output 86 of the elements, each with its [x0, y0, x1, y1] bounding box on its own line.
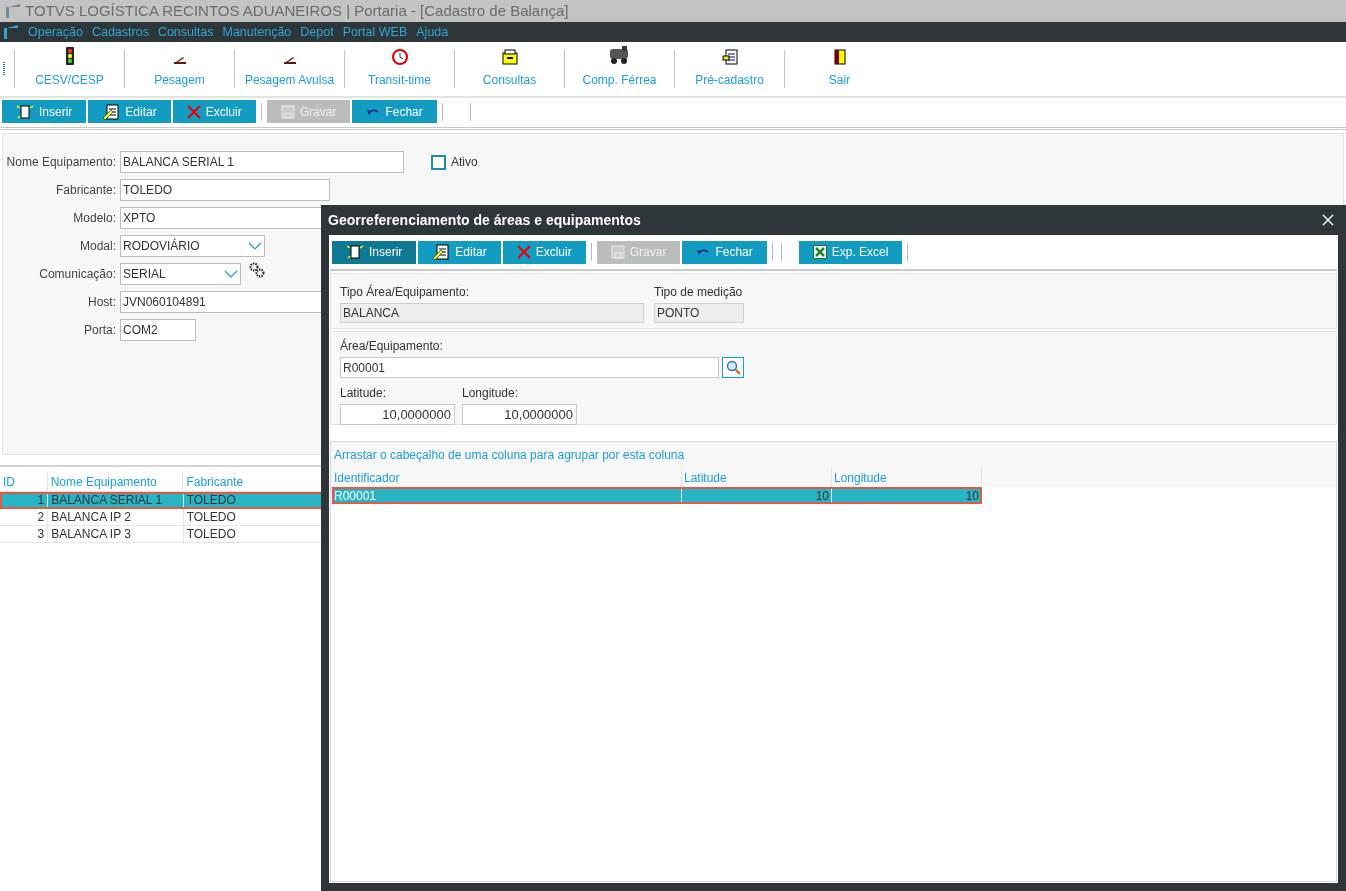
- drawer-icon: [501, 49, 518, 65]
- table-cell: BALANCA IP 2: [48, 509, 184, 525]
- table-cell: 2: [0, 509, 49, 525]
- close-icon[interactable]: [1322, 214, 1334, 226]
- toolbar-button[interactable]: CESV/CESP: [15, 45, 124, 93]
- search-button[interactable]: [722, 357, 744, 378]
- field-label: Área/Equipamento:: [340, 337, 444, 355]
- toolbar-grip-icon: [3, 62, 6, 76]
- edit-button[interactable]: Editar: [418, 240, 501, 264]
- close-button[interactable]: Fechar: [352, 100, 437, 123]
- column-header[interactable]: Nome Equipamento: [47, 473, 184, 491]
- edit-button[interactable]: Editar: [88, 100, 171, 123]
- grid-row[interactable]: R00001 10 10: [332, 487, 982, 504]
- insert-button[interactable]: Inserir: [332, 240, 417, 264]
- door-icon: [833, 49, 846, 65]
- text-field[interactable]: TOLEDO: [120, 179, 330, 201]
- ativo-checkbox[interactable]: [431, 154, 446, 170]
- checkbox-label: Ativo: [451, 154, 478, 171]
- clock-icon: [391, 49, 408, 65]
- search-icon: [725, 360, 741, 375]
- grid-cell: R00001: [332, 487, 682, 504]
- delete-icon: [516, 245, 531, 259]
- toolbar-button[interactable]: Pesagem: [125, 45, 234, 93]
- chevron-down-icon: [224, 270, 238, 278]
- field-label: Modelo:: [72, 210, 117, 227]
- new-document-icon: [16, 103, 34, 120]
- grid-cell: 10: [682, 487, 832, 504]
- window-title: TOTVS LOGÍSTICA RECINTOS ADUANEIROS | Portaria - [Cadastro de Balança]: [25, 0, 569, 21]
- menu-item[interactable]: Portal WEB: [342, 22, 408, 42]
- scale-icon: [172, 55, 187, 65]
- edit-document-icon: [432, 244, 451, 260]
- delete-button[interactable]: Excluir: [172, 100, 256, 123]
- field-label: Porta:: [83, 322, 117, 339]
- field-label: Tipo de medição: [654, 284, 744, 301]
- table-cell: 3: [0, 526, 49, 542]
- menu-item[interactable]: Cadastros: [91, 22, 149, 42]
- edit-document-icon: [102, 103, 121, 120]
- text-field[interactable]: BALANCA SERIAL 1: [120, 151, 404, 173]
- document-icon: [721, 49, 738, 65]
- number-field[interactable]: 10,0000000: [462, 404, 577, 425]
- toolbar-button[interactable]: Pesagem Avulsa: [235, 45, 344, 93]
- dropdown-field[interactable]: RODOVIÁRIO: [120, 235, 265, 257]
- insert-button[interactable]: Inserir: [2, 100, 87, 123]
- delete-icon: [186, 104, 201, 119]
- column-header[interactable]: ID: [0, 473, 48, 491]
- group-by-hint: Arrastar o cabeçalho de uma coluna para agrupar por esta coluna: [334, 447, 685, 464]
- readonly-field: PONTO: [654, 303, 744, 323]
- table-cell: BALANCA SERIAL 1: [48, 492, 184, 508]
- table-cell: 1: [0, 492, 49, 508]
- spreadsheet-icon: [812, 245, 827, 259]
- menu-item[interactable]: Consultas: [157, 22, 214, 42]
- menu-item[interactable]: Depot: [300, 22, 334, 42]
- field-label: Host:: [87, 294, 117, 311]
- app-logo-icon: [3, 25, 19, 39]
- undo-arrow-icon: [366, 106, 381, 117]
- grid-cell: 10: [832, 487, 982, 504]
- field-label: Comunicação:: [38, 266, 117, 283]
- dropdown-field[interactable]: SERIAL: [120, 263, 241, 285]
- undo-arrow-icon: [696, 247, 711, 257]
- menu-item[interactable]: Operação: [28, 22, 83, 42]
- app-logo-icon: [5, 4, 21, 18]
- field-label: Fabricante:: [54, 182, 117, 199]
- number-field[interactable]: 10,0000000: [340, 404, 455, 425]
- toolbar-button[interactable]: Consultas: [455, 45, 564, 93]
- new-document-icon: [346, 244, 364, 260]
- readonly-field: BALANCA: [340, 303, 644, 323]
- field-label: Longitude:: [462, 385, 520, 402]
- field-label: Nome Equipamento:: [5, 154, 117, 171]
- field-label: Latitude:: [340, 385, 388, 402]
- chevron-down-icon: [248, 242, 262, 250]
- toolbar-button[interactable]: Pré-cadastro: [675, 45, 784, 93]
- scale-icon: [282, 55, 297, 65]
- menu-item[interactable]: Ajuda: [416, 22, 449, 42]
- traffic-light-icon: [63, 47, 76, 65]
- menu-item[interactable]: Manutenção: [222, 22, 292, 42]
- delete-button[interactable]: Excluir: [502, 240, 586, 264]
- text-field[interactable]: R00001: [340, 357, 719, 378]
- gears-icon[interactable]: [249, 262, 265, 278]
- table-cell: BALANCA IP 3: [48, 526, 184, 542]
- toolbar-button[interactable]: Transit-time: [345, 45, 454, 93]
- toolbar-button[interactable]: Comp. Férrea: [565, 45, 674, 93]
- close-button[interactable]: Fechar: [682, 240, 767, 264]
- toolbar-button[interactable]: Sair: [785, 45, 894, 93]
- field-label: Modal:: [78, 238, 117, 255]
- text-field[interactable]: COM2: [120, 319, 196, 341]
- excel-button[interactable]: Exp. Excel: [798, 240, 903, 264]
